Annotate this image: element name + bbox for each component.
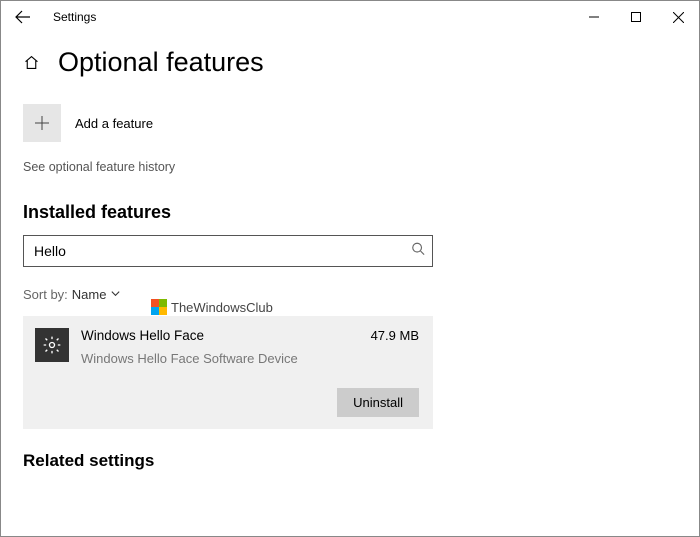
- home-icon[interactable]: [23, 54, 40, 71]
- window-title: Settings: [53, 10, 96, 24]
- minimize-button[interactable]: [573, 1, 615, 33]
- search-icon[interactable]: [411, 242, 425, 261]
- sort-label: Sort by:: [23, 287, 68, 302]
- add-feature-button[interactable]: Add a feature: [23, 104, 677, 142]
- page-title: Optional features: [58, 47, 264, 78]
- windows-logo-icon: [151, 299, 167, 315]
- feature-description: Windows Hello Face Software Device: [81, 351, 359, 366]
- gear-icon: [35, 328, 69, 362]
- feature-item[interactable]: Windows Hello Face Windows Hello Face So…: [23, 316, 433, 429]
- content-area: Optional features Add a feature See opti…: [1, 33, 699, 471]
- plus-icon: [23, 104, 61, 142]
- search-row: [23, 235, 433, 267]
- watermark-text: TheWindowsClub: [171, 300, 273, 315]
- sort-value: Name: [72, 287, 107, 302]
- close-button[interactable]: [657, 1, 699, 33]
- search-input[interactable]: [23, 235, 433, 267]
- maximize-button[interactable]: [615, 1, 657, 33]
- back-button[interactable]: [9, 3, 37, 31]
- feature-history-link[interactable]: See optional feature history: [23, 160, 677, 174]
- feature-name: Windows Hello Face: [81, 328, 359, 343]
- related-settings-heading: Related settings: [23, 451, 677, 471]
- page-header: Optional features: [23, 47, 677, 78]
- chevron-down-icon: [110, 287, 121, 302]
- titlebar: Settings: [1, 1, 699, 33]
- installed-heading: Installed features: [23, 202, 677, 223]
- add-feature-label: Add a feature: [75, 116, 153, 131]
- uninstall-button[interactable]: Uninstall: [337, 388, 419, 417]
- watermark: TheWindowsClub: [151, 299, 273, 315]
- sort-dropdown[interactable]: Sort by: Name: [23, 287, 677, 302]
- feature-size: 47.9 MB: [371, 328, 419, 343]
